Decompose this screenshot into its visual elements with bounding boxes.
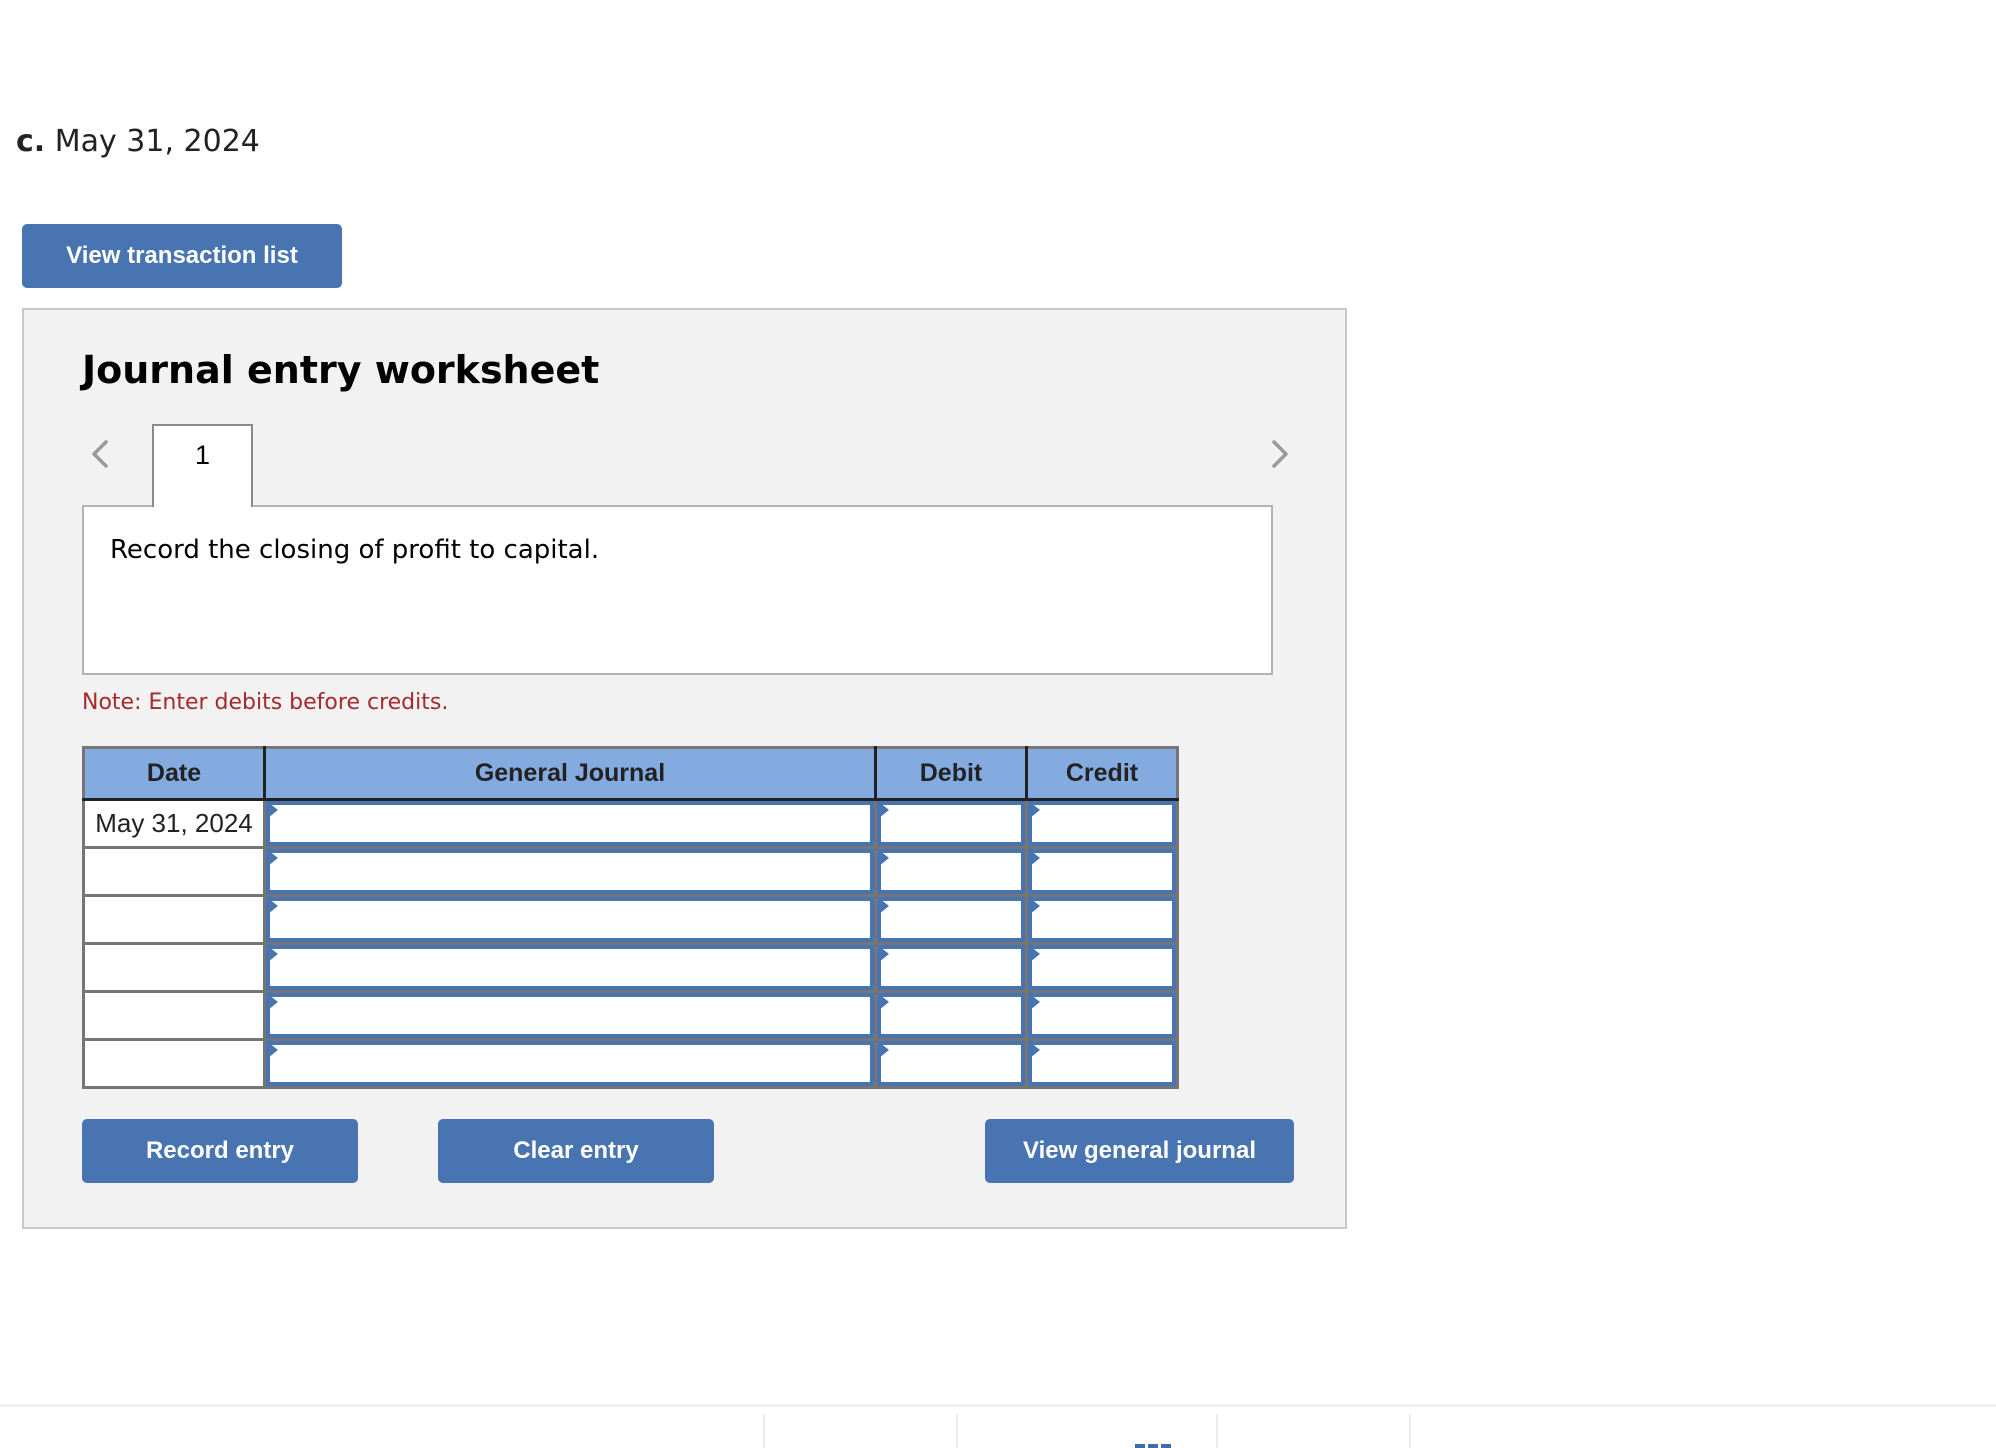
credit-input[interactable] bbox=[1032, 805, 1172, 842]
debit-input[interactable] bbox=[881, 853, 1021, 890]
clear-entry-button[interactable]: Clear entry bbox=[438, 1119, 714, 1183]
column-header-credit: Credit bbox=[1025, 747, 1178, 801]
description-box: Record the closing of profit to capital. bbox=[82, 505, 1273, 675]
table-row bbox=[82, 894, 1179, 945]
debit-input[interactable] bbox=[881, 901, 1021, 938]
chevron-right-icon[interactable] bbox=[1258, 434, 1298, 474]
grid-icon[interactable] bbox=[1135, 1444, 1171, 1448]
general-journal-cell bbox=[263, 990, 877, 1041]
debit-input[interactable] bbox=[881, 997, 1021, 1034]
tab-1[interactable]: 1 bbox=[152, 424, 253, 507]
journal-rows: May 31, 2024 bbox=[82, 798, 1179, 1089]
credit-input[interactable] bbox=[1032, 997, 1172, 1034]
tab-label: 1 bbox=[194, 440, 211, 470]
general-journal-cell bbox=[263, 798, 877, 849]
footer-divider-line bbox=[0, 1404, 1996, 1407]
footer-separator bbox=[763, 1414, 765, 1448]
table-row bbox=[82, 846, 1179, 897]
debit-cell bbox=[874, 798, 1028, 849]
dropdown-marker-icon bbox=[268, 994, 278, 1010]
credit-cell bbox=[1025, 942, 1179, 993]
column-header-date: Date bbox=[83, 747, 266, 801]
dropdown-marker-icon bbox=[1030, 946, 1040, 962]
debit-input[interactable] bbox=[881, 949, 1021, 986]
debit-cell bbox=[874, 894, 1028, 945]
dropdown-marker-icon bbox=[879, 1042, 889, 1058]
date-cell bbox=[82, 942, 266, 993]
chevron-left-icon[interactable] bbox=[82, 434, 122, 474]
dropdown-marker-icon bbox=[268, 946, 278, 962]
journal-table: Date General Journal Debit Credit May 31… bbox=[82, 746, 1179, 1089]
general-journal-input[interactable] bbox=[270, 997, 870, 1034]
table-row bbox=[82, 990, 1179, 1041]
credit-input[interactable] bbox=[1032, 949, 1172, 986]
view-general-journal-button[interactable]: View general journal bbox=[985, 1119, 1294, 1183]
debit-cell bbox=[874, 942, 1028, 993]
debit-input[interactable] bbox=[881, 805, 1021, 842]
dropdown-marker-icon bbox=[879, 898, 889, 914]
record-entry-button[interactable]: Record entry bbox=[82, 1119, 358, 1183]
dropdown-marker-icon bbox=[1030, 1042, 1040, 1058]
journal-entry-worksheet: Journal entry worksheet 1 Record the clo… bbox=[22, 308, 1347, 1229]
credit-cell bbox=[1025, 894, 1179, 945]
date-cell: May 31, 2024 bbox=[82, 798, 266, 849]
table-row bbox=[82, 1038, 1179, 1089]
dropdown-marker-icon bbox=[879, 802, 889, 818]
note-text: Note: Enter debits before credits. bbox=[82, 690, 449, 715]
column-header-debit: Debit bbox=[874, 747, 1028, 801]
general-journal-cell bbox=[263, 1038, 877, 1089]
dropdown-marker-icon bbox=[268, 1042, 278, 1058]
credit-cell bbox=[1025, 1038, 1179, 1089]
credit-input[interactable] bbox=[1032, 1045, 1172, 1082]
debit-cell bbox=[874, 846, 1028, 897]
general-journal-cell bbox=[263, 846, 877, 897]
table-row bbox=[82, 942, 1179, 993]
dropdown-marker-icon bbox=[1030, 802, 1040, 818]
general-journal-cell bbox=[263, 942, 877, 993]
debit-input[interactable] bbox=[881, 1045, 1021, 1082]
date-cell bbox=[82, 990, 266, 1041]
dropdown-marker-icon bbox=[268, 898, 278, 914]
date-cell bbox=[82, 894, 266, 945]
date-cell bbox=[82, 846, 266, 897]
table-row: May 31, 2024 bbox=[82, 798, 1179, 849]
worksheet-title: Journal entry worksheet bbox=[82, 348, 600, 392]
credit-input[interactable] bbox=[1032, 853, 1172, 890]
part-date: May 31, 2024 bbox=[54, 124, 260, 159]
general-journal-input[interactable] bbox=[270, 853, 870, 890]
table-header-row: Date General Journal Debit Credit bbox=[83, 747, 1178, 801]
credit-cell bbox=[1025, 846, 1179, 897]
column-header-general-journal: General Journal bbox=[263, 747, 877, 801]
general-journal-input[interactable] bbox=[270, 805, 870, 842]
general-journal-input[interactable] bbox=[270, 1045, 870, 1082]
date-cell bbox=[82, 1038, 266, 1089]
credit-cell bbox=[1025, 990, 1179, 1041]
credit-input[interactable] bbox=[1032, 901, 1172, 938]
dropdown-marker-icon bbox=[1030, 994, 1040, 1010]
dropdown-marker-icon bbox=[879, 994, 889, 1010]
dropdown-marker-icon bbox=[268, 850, 278, 866]
dropdown-marker-icon bbox=[879, 850, 889, 866]
part-letter: c. bbox=[16, 124, 46, 159]
general-journal-cell bbox=[263, 894, 877, 945]
part-label: c. May 31, 2024 bbox=[16, 124, 260, 159]
view-transaction-list-button[interactable]: View transaction list bbox=[22, 224, 342, 288]
footer-separator bbox=[1216, 1414, 1218, 1448]
credit-cell bbox=[1025, 798, 1179, 849]
dropdown-marker-icon bbox=[268, 802, 278, 818]
footer-separator bbox=[956, 1414, 958, 1448]
footer-separator bbox=[1409, 1414, 1411, 1448]
general-journal-input[interactable] bbox=[270, 901, 870, 938]
debit-cell bbox=[874, 990, 1028, 1041]
dropdown-marker-icon bbox=[1030, 898, 1040, 914]
general-journal-input[interactable] bbox=[270, 949, 870, 986]
debit-cell bbox=[874, 1038, 1028, 1089]
dropdown-marker-icon bbox=[1030, 850, 1040, 866]
description-text: Record the closing of profit to capital. bbox=[110, 535, 600, 565]
dropdown-marker-icon bbox=[879, 946, 889, 962]
